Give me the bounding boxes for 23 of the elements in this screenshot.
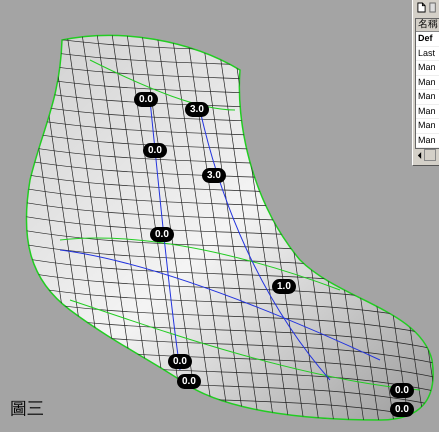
thickness-label: 1.0 xyxy=(272,279,296,294)
layer-row[interactable]: Man xyxy=(416,119,439,134)
horizontal-scrollbar[interactable] xyxy=(415,149,439,161)
thickness-label: 3.0 xyxy=(202,168,226,183)
figure-caption: 圖三 xyxy=(10,398,44,420)
thickness-label: 0.0 xyxy=(390,402,414,417)
layer-row[interactable]: Man xyxy=(416,104,439,119)
layer-row[interactable]: Man xyxy=(416,76,439,90)
layer-row[interactable]: Last xyxy=(416,46,439,61)
layer-row[interactable]: Man xyxy=(416,90,439,104)
layer-row[interactable]: Def xyxy=(416,32,439,46)
thickness-label: 0.0 xyxy=(134,92,158,107)
layer-row[interactable]: Man xyxy=(416,134,439,148)
thickness-label: 0.0 xyxy=(143,143,167,158)
left-arrow-icon[interactable] xyxy=(417,152,422,158)
new-document-icon[interactable] xyxy=(417,2,426,13)
thickness-label: 0.0 xyxy=(168,354,192,369)
column-header[interactable]: 名稱 xyxy=(416,19,439,32)
layer-row[interactable]: Man xyxy=(416,61,439,76)
thickness-label: 0.0 xyxy=(150,227,174,242)
thickness-label: 0.0 xyxy=(390,383,414,398)
thickness-label: 0.0 xyxy=(177,374,201,389)
document-icon[interactable] xyxy=(429,2,438,13)
